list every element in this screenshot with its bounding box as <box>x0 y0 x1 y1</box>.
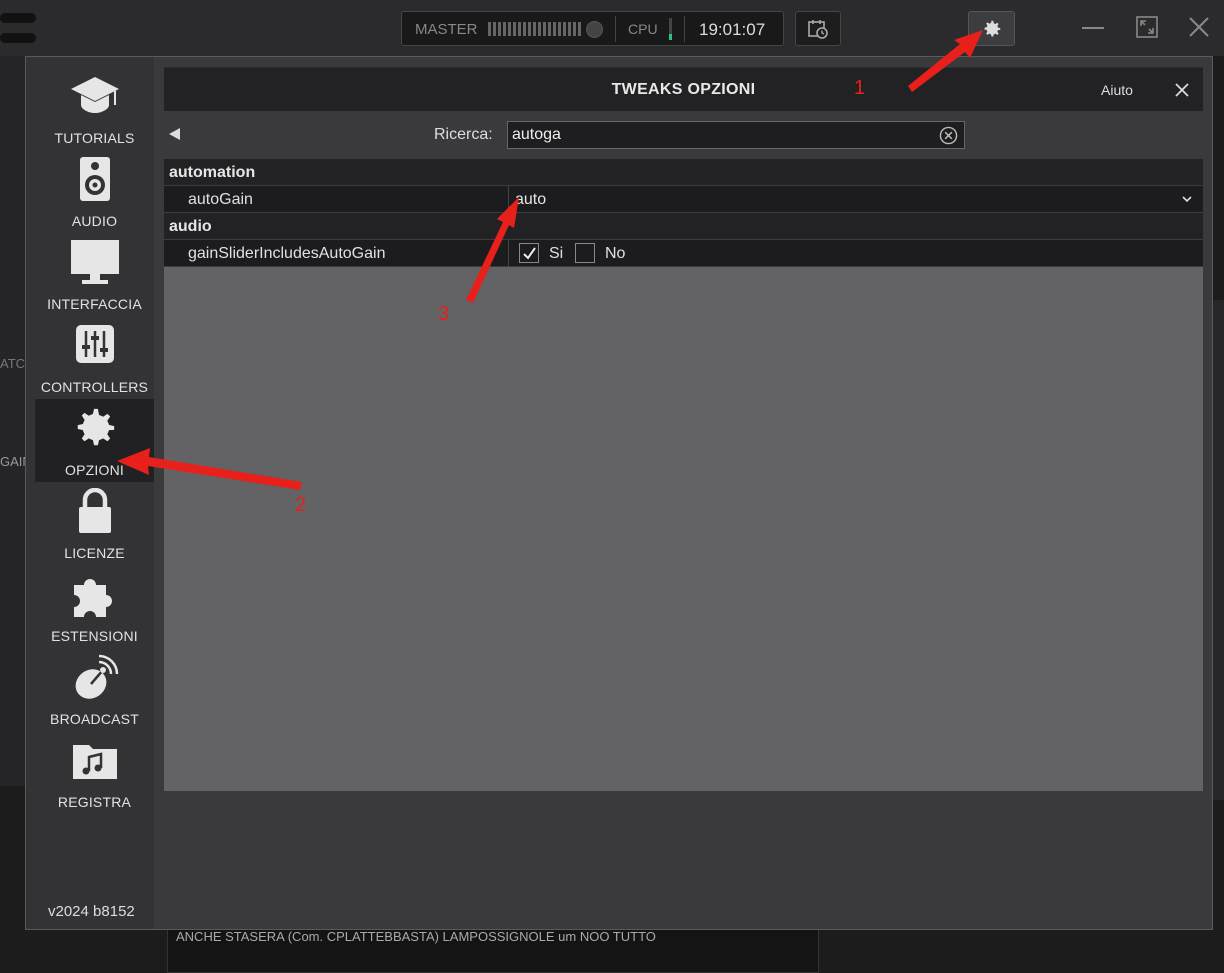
version-label: v2024 b8152 <box>48 903 135 920</box>
cpu-meter <box>669 18 672 40</box>
column-divider <box>508 240 509 267</box>
no-checkbox[interactable] <box>575 243 595 263</box>
annotation-number-1: 1 <box>854 77 866 99</box>
menu-icon-line[interactable] <box>0 33 36 43</box>
sidebar-item-opzioni[interactable]: OPZIONI <box>35 399 154 482</box>
close-icon[interactable] <box>1175 83 1189 97</box>
sidebar-label: REGISTRA <box>57 794 132 810</box>
close-window-button[interactable] <box>1188 16 1210 38</box>
group-row-automation: automation <box>164 159 1203 186</box>
no-label: No <box>605 245 626 262</box>
master-vu-meter <box>488 22 582 36</box>
puzzle-icon <box>73 579 112 617</box>
background-track-row: ANCHE STASERA (Com. CPLATTEBBASTA) LAMPO… <box>176 929 656 944</box>
background-browser: ANCHE STASERA (Com. CPLATTEBBASTA) LAMPO… <box>167 928 819 973</box>
settings-button[interactable] <box>968 11 1015 46</box>
sliders-icon <box>75 325 114 363</box>
back-arrow-icon[interactable] <box>169 128 180 140</box>
maximize-button[interactable] <box>1136 16 1158 38</box>
checkmark-icon <box>523 247 536 260</box>
sidebar-label: BROADCAST <box>50 711 139 727</box>
chevron-down-icon <box>1182 196 1192 203</box>
setting-row-gainslider: gainSliderIncludesAutoGain Si No <box>164 240 1203 267</box>
panel-header: TWEAKS OPZIONI Aiuto <box>164 67 1203 111</box>
group-row-audio: audio <box>164 213 1203 240</box>
settings-dialog: TUTORIALS AUDIO INTERFACCIA CONTROLLERS … <box>25 56 1213 930</box>
sidebar-label: TUTORIALS <box>54 130 135 146</box>
background-deck-left: ATC GAIN <box>0 56 32 786</box>
clock: 19:01:07 <box>699 20 766 39</box>
help-link[interactable]: Aiuto <box>1101 82 1133 98</box>
sidebar-label: INTERFACCIA <box>47 296 142 312</box>
divider <box>684 16 685 42</box>
setting-row-autogain: autoGain auto <box>164 186 1203 213</box>
annotation-number-2: 2 <box>295 494 307 516</box>
setting-name: autoGain <box>188 191 253 208</box>
calendar-clock-icon <box>808 19 828 39</box>
search-label: Ricerca: <box>434 126 493 143</box>
music-folder-icon <box>72 745 117 779</box>
monitor-icon <box>70 240 119 284</box>
sidebar-label: OPZIONI <box>65 462 124 478</box>
settings-sidebar: TUTORIALS AUDIO INTERFACCIA CONTROLLERS … <box>26 57 154 929</box>
annotation-number-3: 3 <box>438 303 450 325</box>
group-label: automation <box>169 164 256 181</box>
sidebar-item-registra[interactable]: REGISTRA <box>35 731 154 814</box>
sidebar-item-interfaccia[interactable]: INTERFACCIA <box>35 233 154 316</box>
yes-label: Si <box>549 245 564 262</box>
sidebar-item-licenze[interactable]: LICENZE <box>35 482 154 565</box>
sidebar-item-estensioni[interactable]: ESTENSIONI <box>35 565 154 648</box>
settings-table: automation autoGain auto audio gainSlide… <box>164 159 1203 791</box>
master-volume-knob[interactable] <box>586 21 603 38</box>
sidebar-item-controllers[interactable]: CONTROLLERS <box>35 316 154 399</box>
gear-icon <box>77 408 114 446</box>
master-label: MASTER <box>415 21 478 38</box>
panel-title: TWEAKS OPZIONI <box>611 81 756 98</box>
sidebar-label: LICENZE <box>64 545 125 561</box>
lock-icon <box>78 488 111 533</box>
speaker-icon <box>79 157 110 201</box>
sidebar-item-audio[interactable]: AUDIO <box>35 150 154 233</box>
sidebar-item-tutorials[interactable]: TUTORIALS <box>35 67 154 150</box>
sidebar-label: CONTROLLERS <box>40 379 149 395</box>
graduation-cap-icon <box>70 77 119 113</box>
master-status-panel: MASTER CPU 19:01:07 <box>401 11 784 46</box>
dropdown-value: auto <box>515 191 547 208</box>
group-label: audio <box>169 218 212 235</box>
gear-icon <box>983 20 1000 37</box>
search-input[interactable] <box>507 121 965 149</box>
autogain-dropdown[interactable]: auto <box>509 186 1203 212</box>
sidebar-label: AUDIO <box>71 213 118 229</box>
clear-search-icon[interactable] <box>939 126 958 145</box>
divider <box>615 16 616 42</box>
background-text: ATC <box>0 356 26 371</box>
sidebar-label: ESTENSIONI <box>51 628 138 644</box>
cpu-label: CPU <box>628 21 658 37</box>
calendar-button[interactable] <box>795 11 841 46</box>
sidebar-item-broadcast[interactable]: BROADCAST <box>35 648 154 731</box>
setting-name: gainSliderIncludesAutoGain <box>188 245 386 262</box>
satellite-dish-icon <box>75 654 118 699</box>
minimize-button[interactable] <box>1082 27 1104 29</box>
menu-icon-line[interactable] <box>0 13 36 23</box>
top-bar: MASTER CPU 19:01:07 <box>0 0 1224 56</box>
background-deck-right <box>1212 300 1224 800</box>
yes-checkbox[interactable] <box>519 243 539 263</box>
